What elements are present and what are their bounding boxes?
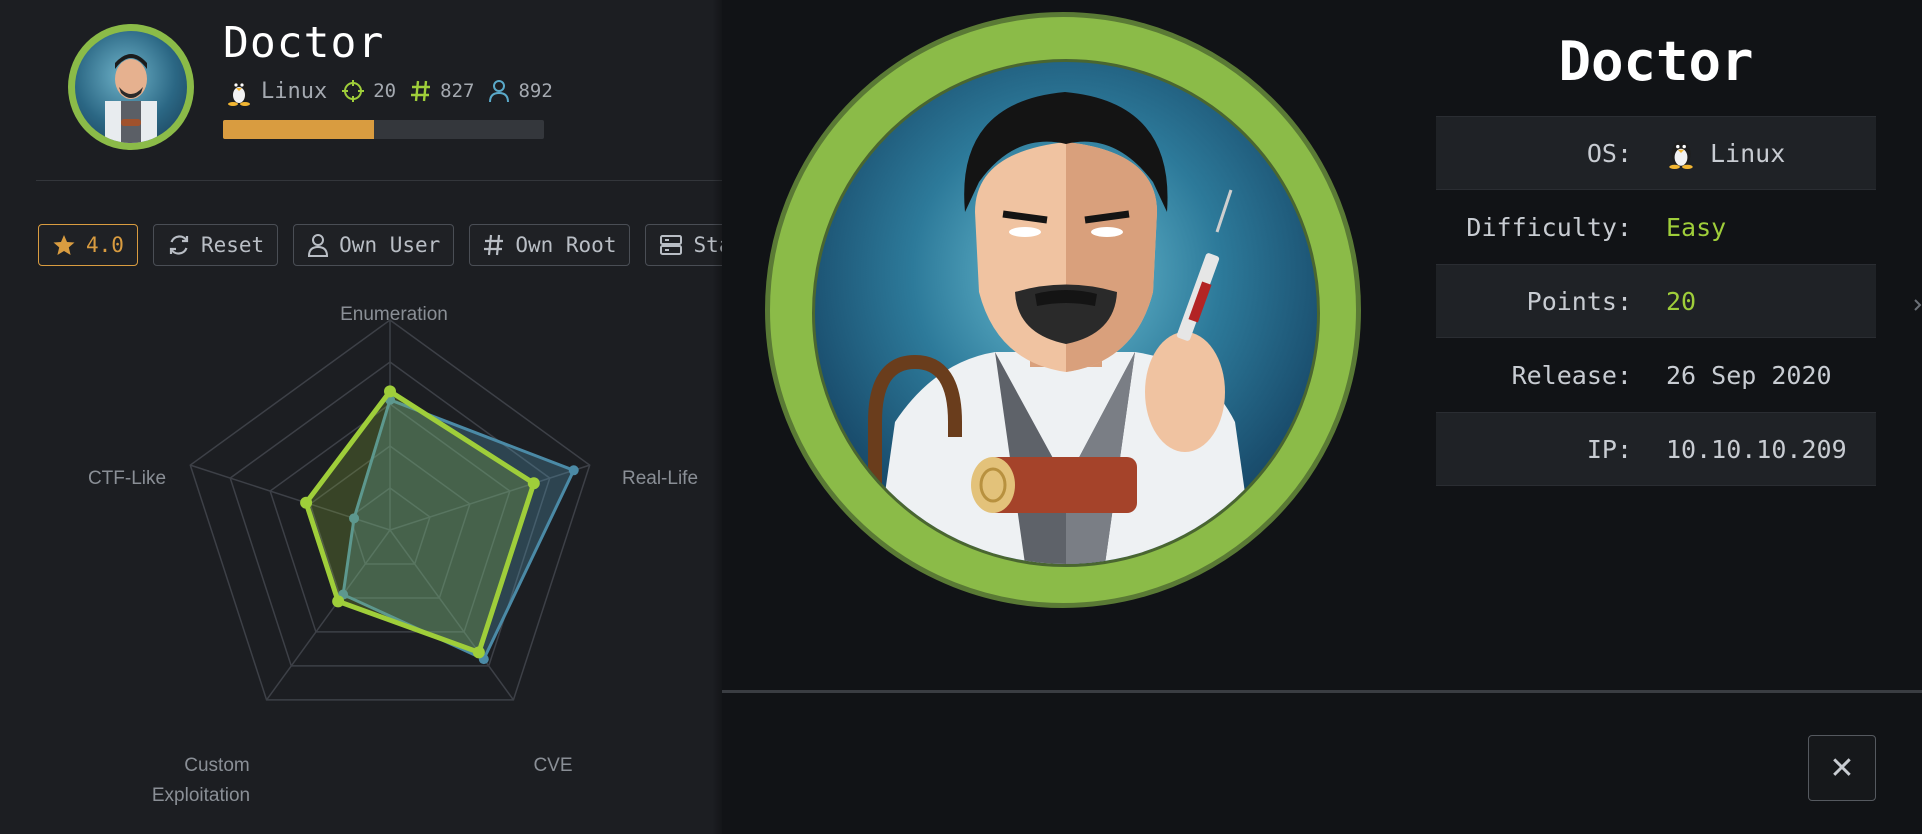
radar-label-ctf-like: CTF-Like xyxy=(88,468,166,489)
rating-button[interactable]: 4.0 xyxy=(38,224,138,266)
radar-point xyxy=(332,595,345,608)
machine-title: Doctor xyxy=(223,18,385,68)
radar-label-custom: Custom xyxy=(184,755,249,776)
hash-icon xyxy=(410,79,432,103)
radar-label-enumeration: Enumeration xyxy=(340,304,448,325)
own-root-button[interactable]: Own Root xyxy=(469,224,631,266)
radar-point xyxy=(384,385,396,398)
reset-label: Reset xyxy=(200,233,265,257)
ip-label: IP: xyxy=(1586,434,1632,464)
close-button[interactable]: ✕ xyxy=(1808,735,1876,801)
own-user-label: Own User xyxy=(339,233,441,257)
radar-point xyxy=(300,496,313,509)
machine-page: Doctor Linux 20 827 892 4.0 Reset Own Us… xyxy=(0,0,771,834)
difficulty-label: Difficulty: xyxy=(1466,212,1632,242)
info-row-release: Release: 26 Sep 2020 xyxy=(1436,338,1876,412)
radar-label-exploitation: Exploitation xyxy=(152,785,250,806)
root-owns-value: 827 xyxy=(440,80,475,102)
panel-divider xyxy=(722,690,1922,693)
points-value: 20 xyxy=(373,80,397,102)
release-label: Release: xyxy=(1511,360,1632,390)
info-row-difficulty: Difficulty: Easy xyxy=(1436,190,1876,264)
star-icon xyxy=(52,233,76,257)
machine-avatar-large xyxy=(765,12,1361,608)
info-row-os: OS: Linux xyxy=(1436,116,1876,190)
radar-label-cve: CVE xyxy=(533,755,572,776)
os-label: Linux xyxy=(261,78,328,104)
radar-point xyxy=(472,646,485,659)
detail-title: Doctor xyxy=(1558,30,1754,93)
crosshair-icon xyxy=(341,79,365,103)
reset-button[interactable]: Reset xyxy=(152,224,279,266)
points-value-large: 20 xyxy=(1666,286,1697,316)
machine-avatar xyxy=(68,24,194,150)
chevron-right-icon[interactable] xyxy=(1913,290,1922,320)
os-meta: Linux xyxy=(225,76,327,106)
refresh-icon xyxy=(167,233,191,257)
info-row-points: Points: 20 xyxy=(1436,264,1876,338)
close-icon: ✕ xyxy=(1829,750,1855,786)
user-icon xyxy=(488,79,510,103)
os-value-text: Linux xyxy=(1710,138,1786,168)
server-icon xyxy=(659,233,683,257)
os-label: OS: xyxy=(1586,138,1632,168)
action-toolbar: 4.0 Reset Own User Own Root Statu xyxy=(38,224,786,266)
difficulty-value: Easy xyxy=(1666,212,1727,242)
own-root-label: Own Root xyxy=(515,233,617,257)
release-value: 26 Sep 2020 xyxy=(1666,360,1832,390)
progress-fill xyxy=(223,120,374,139)
machine-meta: Linux 20 827 892 xyxy=(225,76,567,106)
radar-label-real-life: Real-Life xyxy=(622,468,698,489)
radar-point xyxy=(568,465,579,476)
hash-outline-icon xyxy=(483,233,505,257)
tux-penguin-icon xyxy=(225,76,253,106)
radar-point xyxy=(527,477,540,490)
own-user-button[interactable]: Own User xyxy=(293,224,455,266)
info-row-ip: IP: 10.10.10.209 xyxy=(1436,412,1876,486)
rating-value: 4.0 xyxy=(86,233,124,257)
machine-info-table: OS: Linux Difficulty: Easy Points: 20 Re… xyxy=(1436,116,1876,486)
user-owns-meta: 892 xyxy=(488,79,553,103)
user-outline-icon xyxy=(307,233,329,257)
ip-value: 10.10.10.209 xyxy=(1666,434,1847,464)
points-meta: 20 xyxy=(341,79,396,103)
points-label: Points: xyxy=(1526,286,1632,316)
tux-penguin-icon xyxy=(1666,137,1696,169)
skill-radar-chart: Enumeration Real-Life CVE Custom Exploit… xyxy=(88,304,698,806)
user-owns-value: 892 xyxy=(518,80,553,102)
os-value: Linux xyxy=(1666,137,1785,169)
header-divider xyxy=(36,180,722,181)
root-owns-meta: 827 xyxy=(410,79,474,103)
progress-bar xyxy=(223,120,544,139)
